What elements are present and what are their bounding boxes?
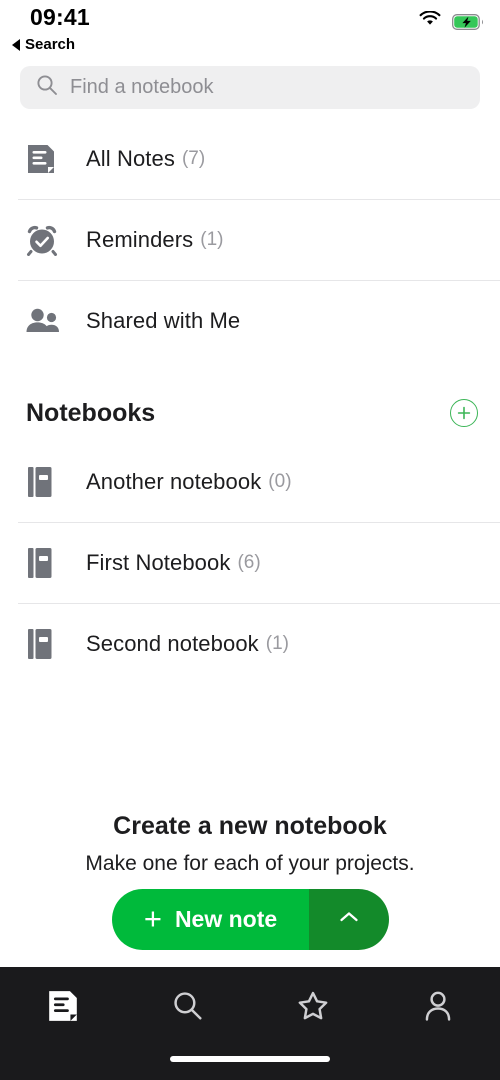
person-icon <box>423 990 453 1027</box>
notebook-row[interactable]: Another notebook (0) <box>0 441 500 522</box>
tab-bar <box>0 967 500 1080</box>
cta-title: Create a new notebook <box>113 812 387 840</box>
notebook-row[interactable]: Second notebook (1) <box>0 603 500 684</box>
list-item-label: Reminders <box>86 226 194 252</box>
tab-notes[interactable] <box>0 985 125 1031</box>
status-time: 09:41 <box>30 4 90 30</box>
empty-state-cta: Create a new notebook Make one for each … <box>0 812 500 876</box>
back-button[interactable]: Search <box>12 36 75 53</box>
alarm-clock-check-icon <box>26 224 66 256</box>
list-item-label: All Notes <box>86 145 175 171</box>
notebook-icon <box>26 546 66 580</box>
new-note-button-group: + New note <box>112 889 389 950</box>
note-document-icon <box>26 143 66 175</box>
list-item-count: (1) <box>200 228 224 250</box>
notebook-label: Second notebook <box>86 630 259 656</box>
notebook-label: First Notebook <box>86 549 231 575</box>
search-input[interactable]: Find a notebook <box>20 66 480 109</box>
new-note-button[interactable]: + New note <box>112 889 309 950</box>
status-indicators <box>419 10 484 32</box>
search-icon <box>172 990 204 1027</box>
notebook-count: (1) <box>265 632 289 654</box>
notebooks-list: Another notebook (0) First Notebook (6) <box>0 441 500 684</box>
tab-search[interactable] <box>125 985 250 1031</box>
plus-icon: + <box>143 900 162 936</box>
plus-circle-icon[interactable] <box>450 399 478 427</box>
star-icon <box>297 990 329 1027</box>
notebook-icon <box>26 465 66 499</box>
main-list: All Notes (7) Reminders (1) Shared with … <box>0 118 500 361</box>
chevron-up-icon <box>337 909 361 930</box>
notebook-icon <box>26 627 66 661</box>
tab-account[interactable] <box>375 985 500 1031</box>
notebook-row[interactable]: First Notebook (6) <box>0 522 500 603</box>
search-icon <box>36 74 58 101</box>
new-note-label: New note <box>174 906 278 932</box>
list-item-count: (7) <box>181 147 206 169</box>
wifi-icon <box>419 10 441 32</box>
new-note-options-button[interactable] <box>309 889 389 950</box>
list-item-shared-with-me[interactable]: Shared with Me <box>0 280 500 361</box>
battery-charging-icon <box>452 13 484 30</box>
status-bar: 09:41 <box>0 0 500 30</box>
notebook-count: (6) <box>237 551 261 573</box>
app-screen: 09:41 Search Find a notebook All Notes (… <box>0 0 500 1080</box>
notebooks-section-header: Notebooks <box>0 383 500 443</box>
list-item-label: Shared with Me <box>86 307 241 333</box>
list-item-reminders[interactable]: Reminders (1) <box>0 199 500 280</box>
notebook-label: Another notebook <box>86 468 262 494</box>
home-indicator <box>170 1056 330 1062</box>
back-label: Search <box>25 36 76 53</box>
cta-subtitle: Make one for each of your projects. <box>85 852 415 875</box>
note-document-icon <box>47 989 79 1028</box>
back-triangle-icon <box>12 38 20 51</box>
notebook-count: (0) <box>268 470 292 492</box>
list-item-all-notes[interactable]: All Notes (7) <box>0 118 500 199</box>
tab-shortcuts[interactable] <box>250 985 375 1031</box>
notebooks-title: Notebooks <box>26 398 156 427</box>
people-icon <box>26 307 66 335</box>
search-placeholder: Find a notebook <box>70 76 214 98</box>
